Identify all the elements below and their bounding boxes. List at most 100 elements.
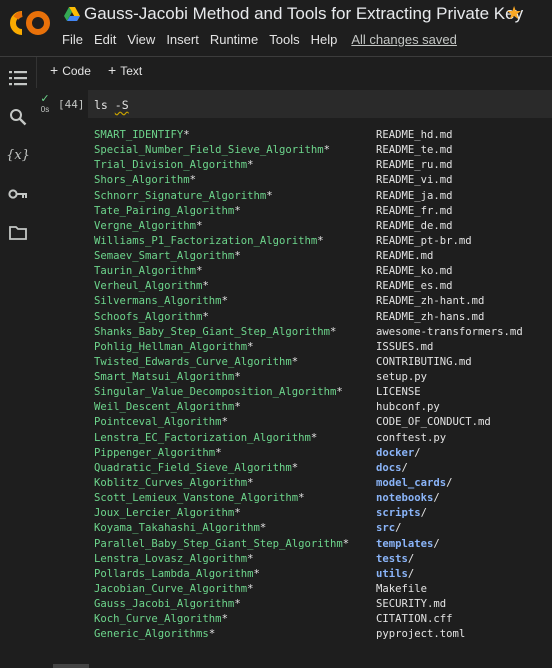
executable-marker: * xyxy=(234,401,241,414)
executable-name: Pollards_Lambda_Algorithm xyxy=(94,567,254,580)
output-file-entry: README_vi.md xyxy=(376,174,453,186)
output-file-entry: CONTRIBUTING.md xyxy=(376,356,472,368)
menu-runtime[interactable]: Runtime xyxy=(210,32,258,47)
output-executable-entry: Quadratic_Field_Sieve_Algorithm* xyxy=(94,462,298,474)
executable-name: Taurin_Algorithm xyxy=(94,265,197,278)
menu-file[interactable]: File xyxy=(62,32,83,47)
output-executable-entry: Shors_Algorithm* xyxy=(94,174,196,186)
google-drive-icon[interactable] xyxy=(64,7,80,21)
executable-name: Semaev_Smart_Algorithm xyxy=(94,250,235,263)
executable-marker: * xyxy=(317,234,324,247)
executable-name: Koch_Curve_Algorithm xyxy=(94,613,222,626)
output-executable-entry: Smart_Matsui_Algorithm* xyxy=(94,371,241,383)
add-text-button[interactable]: + Text xyxy=(108,62,142,78)
code-line[interactable]: ls -S xyxy=(94,98,129,112)
executable-name: Joux_Lercier_Algorithm xyxy=(94,507,235,520)
file-name: awesome-transformers.md xyxy=(376,325,523,338)
output-executable-entry: Generic_Algorithms* xyxy=(94,628,215,640)
menu-tools[interactable]: Tools xyxy=(269,32,299,47)
output-executable-entry: Pippenger_Algorithm* xyxy=(94,447,222,459)
table-of-contents-icon[interactable] xyxy=(8,68,28,88)
executable-marker: * xyxy=(234,204,241,217)
notebook-title[interactable]: Gauss-Jacobi Method and Tools for Extrac… xyxy=(84,4,523,24)
output-executable-entry: SMART_IDENTIFY* xyxy=(94,129,190,141)
star-icon[interactable]: ★ xyxy=(506,3,522,24)
file-name: CITATION.cff xyxy=(376,613,453,626)
menu-edit[interactable]: Edit xyxy=(94,32,116,47)
directory-marker: / xyxy=(407,567,415,580)
key-icon[interactable] xyxy=(8,184,28,204)
output-executable-entry: Koyama_Takahashi_Algorithm* xyxy=(94,522,266,534)
file-name: README_pt-br.md xyxy=(376,234,472,247)
output-executable-entry: Schoofs_Algorithm* xyxy=(94,311,209,323)
executable-marker: * xyxy=(247,582,254,595)
output-directory-entry: docker/ xyxy=(376,447,421,459)
file-name: Makefile xyxy=(376,582,428,595)
add-code-button[interactable]: + Code xyxy=(50,62,91,78)
executable-name: Verheul_Algorithm xyxy=(94,280,203,293)
menu-insert[interactable]: Insert xyxy=(166,32,199,47)
directory-marker: / xyxy=(401,461,408,474)
directory-marker: / xyxy=(433,537,440,550)
directory-name: scripts xyxy=(376,507,421,520)
executable-name: Schoofs_Algorithm xyxy=(94,310,203,323)
output-file-entry: README_fr.md xyxy=(376,205,453,217)
executable-marker: * xyxy=(196,265,203,278)
directory-name: notebooks xyxy=(376,492,434,505)
output-directory-entry: model_cards/ xyxy=(376,477,453,489)
app-header: Gauss-Jacobi Method and Tools for Extrac… xyxy=(0,0,552,56)
executable-marker: * xyxy=(234,371,241,384)
file-name: README_ko.md xyxy=(376,265,453,278)
check-icon: ✓ xyxy=(40,93,50,105)
run-time-label: 0s xyxy=(40,105,50,114)
output-executable-entry: Koch_Curve_Algorithm* xyxy=(94,613,228,625)
executable-marker: * xyxy=(247,340,254,353)
output-executable-entry: Tate_Pairing_Algorithm* xyxy=(94,205,241,217)
executable-name: Lenstra_Lovasz_Algorithm xyxy=(94,552,248,565)
cell-input: ✓ 0s [44] ls -S xyxy=(36,88,552,119)
folder-icon[interactable] xyxy=(8,222,28,242)
code-editor[interactable]: ls -S xyxy=(88,90,552,118)
directory-name: model_cards xyxy=(376,476,447,489)
directory-marker: / xyxy=(395,522,402,535)
horizontal-scrollbar[interactable] xyxy=(53,664,89,668)
file-name: CODE_OF_CONDUCT.md xyxy=(376,416,491,429)
save-status-link[interactable]: All changes saved xyxy=(351,32,457,47)
colab-logo-icon[interactable] xyxy=(10,8,50,38)
output-executable-entry: Pointceval_Algorithm* xyxy=(94,416,228,428)
code-command: ls xyxy=(94,98,108,112)
output-directory-entry: src/ xyxy=(376,522,402,534)
code-argument: -S xyxy=(114,98,129,112)
executable-marker: * xyxy=(247,476,254,489)
executable-marker: * xyxy=(208,628,216,641)
run-cell-button[interactable]: ✓ 0s xyxy=(38,93,52,115)
file-name: README_de.md xyxy=(376,219,453,232)
output-file-entry: ISSUES.md xyxy=(376,341,433,353)
executable-marker: * xyxy=(323,144,330,157)
executable-name: Quadratic_Field_Sieve_Algorithm xyxy=(94,461,292,474)
output-file-entry: setup.py xyxy=(376,371,427,383)
file-name: README.md xyxy=(376,250,434,263)
executable-name: Parallel_Baby_Step_Giant_Step_Algorithm xyxy=(94,537,343,550)
output-file-entry: README_zh-hant.md xyxy=(376,295,484,307)
executable-name: Pointceval_Algorithm xyxy=(94,416,222,429)
directory-marker: / xyxy=(414,446,421,459)
output-file-entry: README_ru.md xyxy=(376,159,453,171)
output-executable-entry: Verheul_Algorithm* xyxy=(94,280,209,292)
output-file-entry: CITATION.cff xyxy=(376,613,453,625)
executable-name: Vergne_Algorithm xyxy=(94,219,197,232)
output-file-entry: LICENSE xyxy=(376,386,421,398)
output-executable-entry: Pohlig_Hellman_Algorithm* xyxy=(94,341,253,353)
executable-name: Singular_Value_Decomposition_Algorithm xyxy=(94,386,337,399)
output-file-entry: README_zh-hans.md xyxy=(376,311,484,323)
executable-marker: * xyxy=(202,310,209,323)
directory-name: templates xyxy=(376,537,434,550)
menu-bar: File Edit View Insert Runtime Tools Help… xyxy=(62,32,468,47)
output-file-entry: README_pt-br.md xyxy=(376,235,472,247)
menu-help[interactable]: Help xyxy=(311,32,338,47)
search-icon[interactable] xyxy=(8,107,28,127)
variables-icon[interactable]: {x} xyxy=(6,145,30,165)
executable-marker: * xyxy=(247,159,254,172)
menu-view[interactable]: View xyxy=(127,32,155,47)
executable-name: Koyama_Takahashi_Algorithm xyxy=(94,522,260,535)
